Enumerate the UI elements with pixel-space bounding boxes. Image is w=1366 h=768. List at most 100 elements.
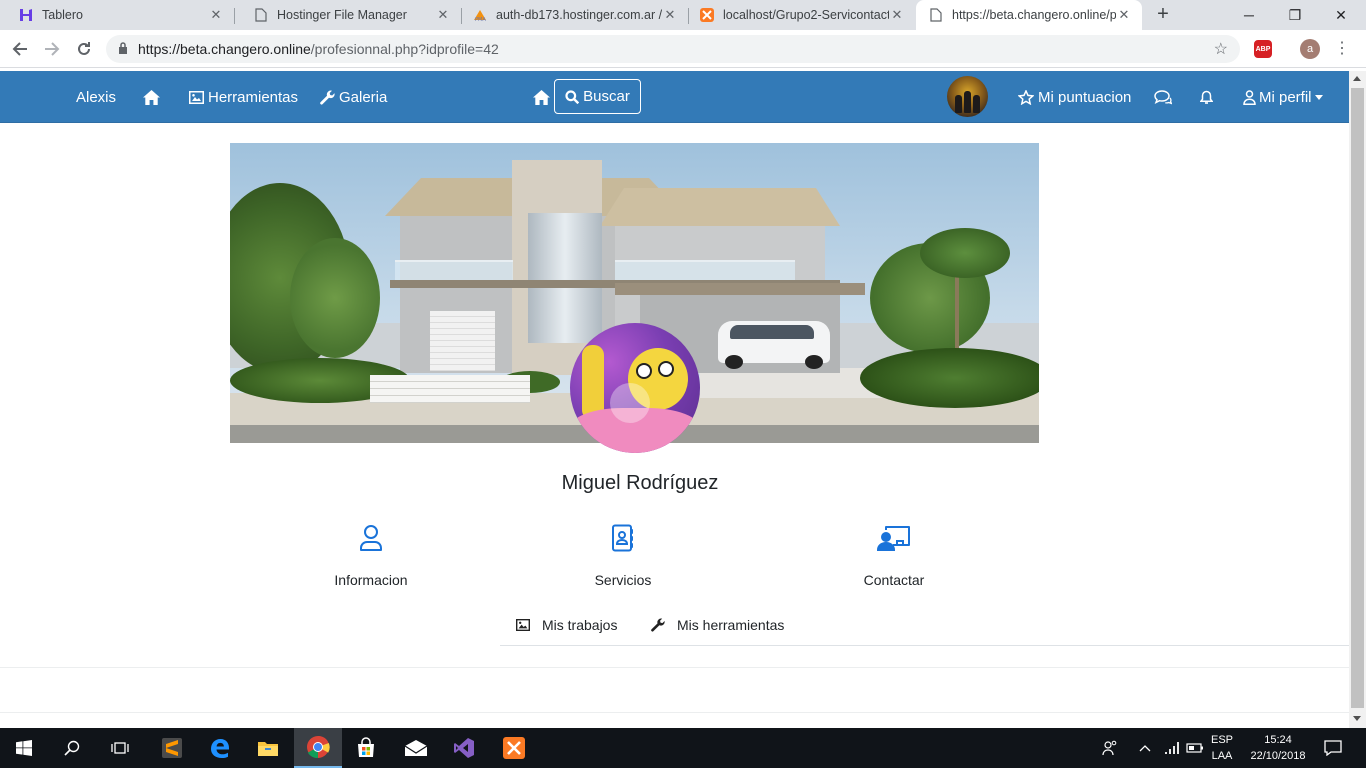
file-icon	[253, 7, 269, 23]
search-icon	[565, 89, 580, 104]
servicios-label: Servicios	[594, 572, 652, 588]
notifications-icon[interactable]	[1324, 728, 1342, 768]
wrench-icon	[320, 90, 335, 105]
bookmark-star-icon[interactable]: ☆	[1214, 39, 1228, 59]
close-tab-icon[interactable]: ✕	[662, 7, 678, 23]
nav-mi-perfil[interactable]: Mi perfil	[1243, 71, 1323, 123]
browser-tab-localhost[interactable]: localhost/Grupo2-Servicontacto ✕	[689, 0, 915, 30]
browser-tab-phpmyadmin[interactable]: PMA auth-db173.hostinger.com.ar / l ✕	[462, 0, 688, 30]
profile-subtabs: Mis trabajos Mis herramientas	[500, 605, 1349, 646]
address-book-icon	[612, 524, 633, 552]
buscar-button[interactable]: Buscar	[554, 79, 641, 114]
scroll-down-icon[interactable]	[1353, 716, 1361, 721]
people-icon[interactable]	[1102, 728, 1118, 768]
language-code: ESP	[1210, 734, 1233, 746]
divider	[0, 712, 1349, 713]
divider	[0, 667, 1349, 668]
battery-icon[interactable]	[1186, 728, 1204, 768]
browser-tab-changero[interactable]: https://beta.changero.online/pr ✕	[916, 0, 1142, 30]
forward-icon[interactable]	[40, 37, 64, 61]
browser-tab-strip: Tablero ✕ Hostinger File Manager ✕ PMA a…	[0, 0, 1366, 30]
lock-icon[interactable]	[118, 41, 128, 57]
url-path: /profesionnal.php?idprofile=42	[310, 41, 499, 57]
mis-trabajos-label: Mis trabajos	[542, 617, 618, 633]
language-indicator[interactable]: ESP LAA	[1207, 732, 1237, 764]
new-tab-icon[interactable]: +	[1152, 3, 1174, 26]
nav-perfil-label: Mi perfil	[1259, 88, 1312, 106]
nav-herramientas[interactable]: Herramientas	[189, 71, 298, 123]
hostinger-icon	[18, 7, 34, 23]
close-tab-icon[interactable]: ✕	[1116, 7, 1132, 23]
url-host: https://beta.changero.online	[138, 41, 311, 57]
bell-icon[interactable]	[1200, 71, 1213, 123]
tab-title: localhost/Grupo2-Servicontacto	[723, 8, 889, 22]
user-icon	[1243, 89, 1256, 105]
scroll-up-icon[interactable]	[1353, 76, 1361, 81]
wrench-icon	[651, 618, 665, 632]
store-icon[interactable]	[342, 728, 390, 768]
reload-icon[interactable]	[72, 37, 96, 61]
tab-title: Hostinger File Manager	[277, 8, 407, 22]
minimize-icon[interactable]: ─	[1226, 0, 1272, 30]
sublime-text-icon[interactable]	[148, 728, 196, 768]
chalkboard-user-icon	[877, 526, 910, 551]
svg-text:PMA: PMA	[475, 17, 486, 22]
xampp-icon[interactable]	[490, 728, 538, 768]
mis-herramientas-label: Mis herramientas	[677, 617, 785, 633]
visual-studio-icon[interactable]	[440, 728, 488, 768]
chrome-icon[interactable]	[294, 728, 342, 768]
language-layout: LAA	[1211, 750, 1233, 762]
servicios-button[interactable]: Servicios	[548, 522, 698, 588]
informacion-button[interactable]: Informacion	[296, 522, 446, 588]
task-view-icon[interactable]	[96, 728, 144, 768]
tab-title: Tablero	[42, 8, 83, 22]
windows-start-icon[interactable]	[0, 728, 48, 768]
restore-icon[interactable]: ❐	[1272, 0, 1318, 30]
nav-mi-puntuacion[interactable]: Mi puntuacion	[1018, 71, 1131, 123]
profile-name: Miguel Rodríguez	[561, 472, 719, 494]
nav-username[interactable]: Alexis	[76, 71, 116, 123]
search-icon[interactable]	[48, 728, 96, 768]
file-explorer-icon[interactable]	[244, 728, 292, 768]
nav-galeria[interactable]: Galeria	[320, 71, 387, 123]
address-bar[interactable]: https://beta.changero.online/profesionna…	[106, 35, 1240, 63]
browser-profile-avatar[interactable]: a	[1300, 39, 1320, 59]
browser-tab-file-manager[interactable]: Hostinger File Manager ✕	[235, 0, 461, 30]
wifi-icon[interactable]	[1164, 728, 1180, 768]
nav-galeria-label: Galeria	[339, 88, 388, 106]
tab-mis-trabajos[interactable]: Mis trabajos	[516, 605, 617, 645]
scrollbar-thumb[interactable]	[1351, 88, 1364, 708]
home-icon[interactable]	[143, 71, 160, 123]
back-icon[interactable]	[8, 37, 32, 61]
contactar-label: Contactar	[863, 572, 925, 588]
home-icon[interactable]	[533, 71, 550, 123]
chat-icon[interactable]	[1154, 71, 1172, 123]
close-window-icon[interactable]: ✕	[1318, 0, 1364, 30]
contactar-button[interactable]: Contactar	[819, 522, 969, 588]
edge-icon[interactable]	[196, 728, 244, 768]
user-avatar[interactable]	[947, 76, 988, 117]
close-tab-icon[interactable]: ✕	[208, 7, 224, 23]
informacion-label: Informacion	[334, 572, 408, 588]
file-icon	[928, 7, 944, 23]
image-icon	[516, 619, 530, 631]
tab-title: auth-db173.hostinger.com.ar / l	[496, 8, 662, 22]
tab-mis-herramientas[interactable]: Mis herramientas	[651, 605, 784, 645]
nav-herramientas-label: Herramientas	[208, 88, 299, 106]
mail-icon[interactable]	[392, 728, 440, 768]
browser-tab-tablero[interactable]: Tablero ✕	[0, 0, 234, 30]
system-clock[interactable]: 15:24 22/10/2018	[1240, 732, 1316, 764]
close-tab-icon[interactable]: ✕	[435, 7, 451, 23]
user-icon	[360, 525, 382, 551]
nav-puntuacion-label: Mi puntuacion	[1038, 88, 1132, 106]
caret-down-icon	[1314, 94, 1323, 100]
windows-taskbar: ESP LAA 15:24 22/10/2018	[0, 728, 1366, 768]
adblock-plus-icon[interactable]: ABP	[1254, 40, 1272, 58]
browser-menu-icon[interactable]: ⋮	[1334, 38, 1350, 58]
site-navbar: Alexis Herramientas Galeria Buscar Mi pu…	[0, 71, 1349, 123]
clock-time: 15:24	[1264, 734, 1292, 746]
profile-picture	[570, 323, 700, 453]
chevron-up-icon[interactable]	[1139, 728, 1151, 768]
close-tab-icon[interactable]: ✕	[889, 7, 905, 23]
phpmyadmin-icon: PMA	[472, 7, 488, 23]
